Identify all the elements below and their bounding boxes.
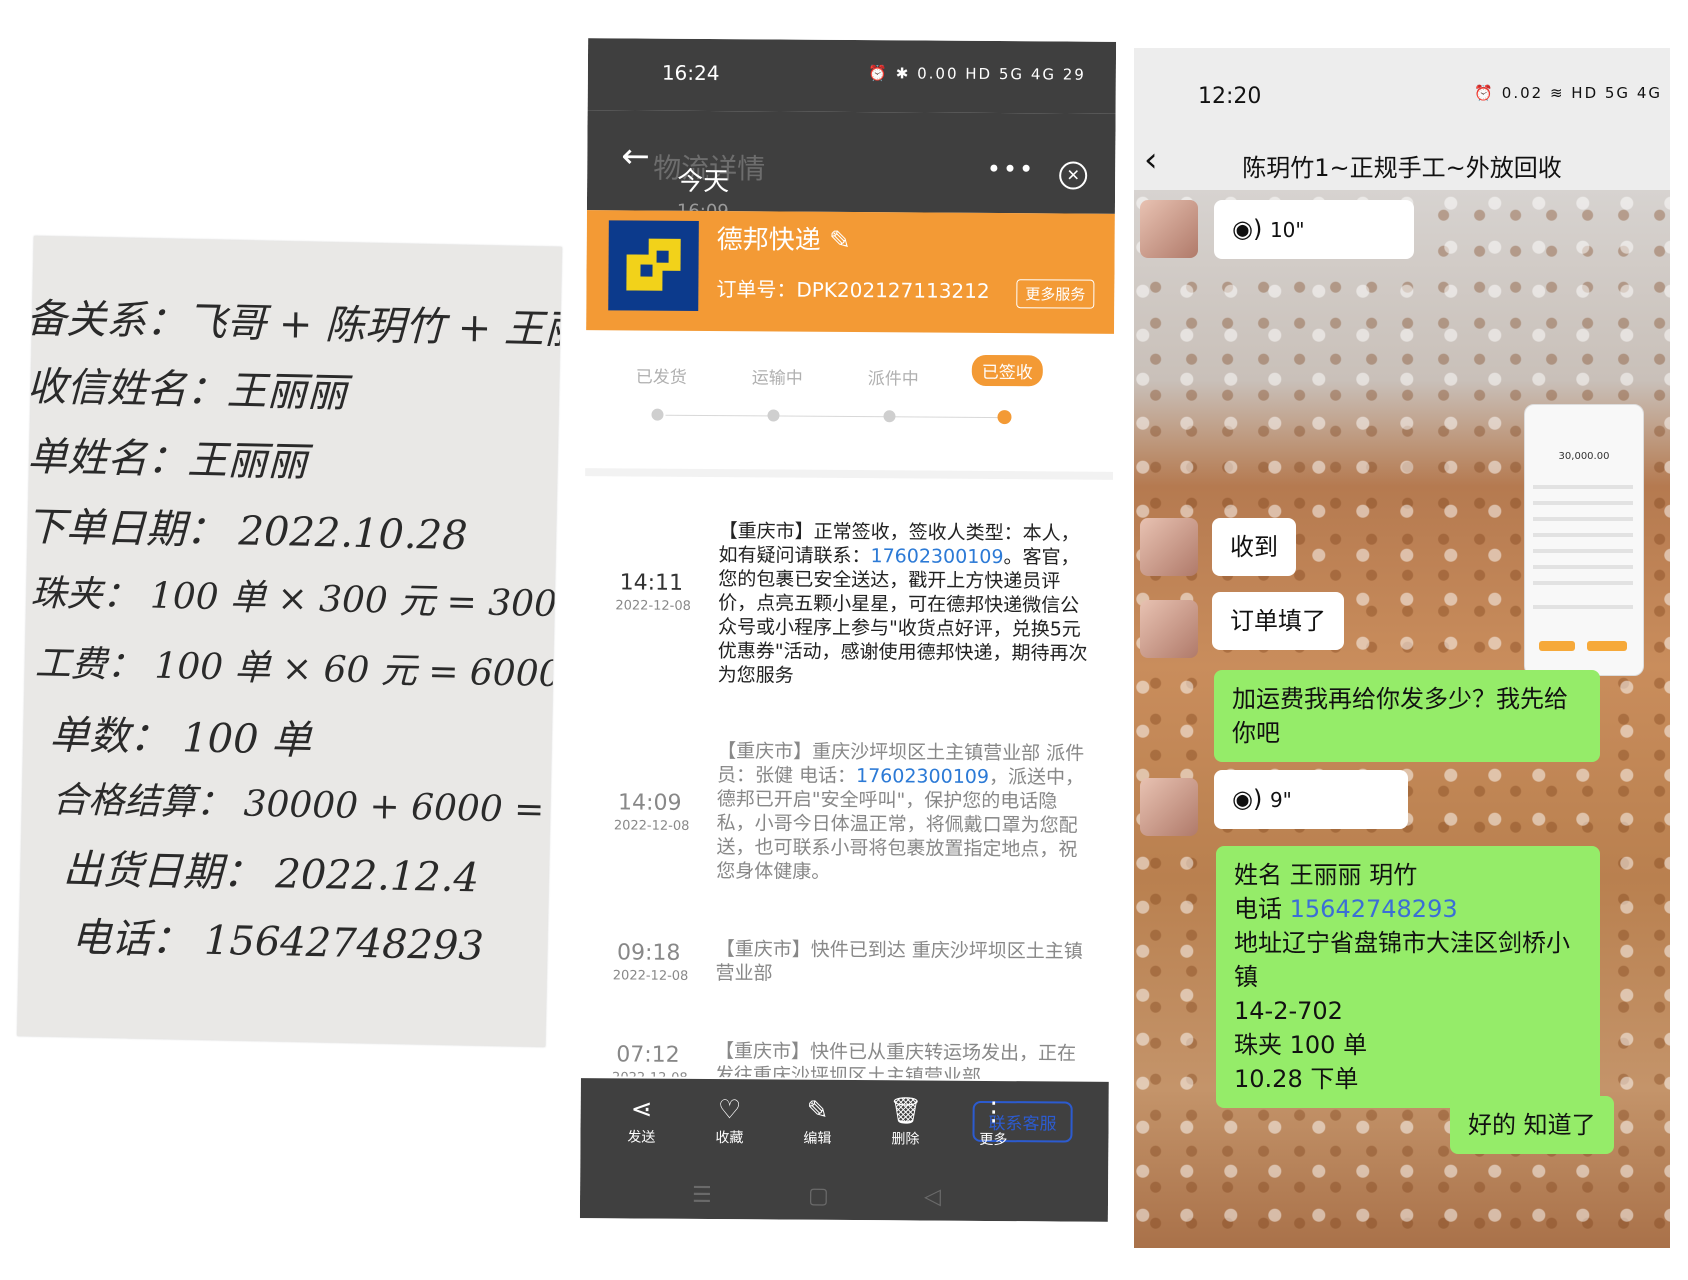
heart-icon: ♡ [717, 1095, 742, 1126]
handwritten-note: 备关系：飞哥 + 陈玥竹 + 王丽丽 收信姓名：王丽丽 单姓名：王丽丽 下单日期… [17, 236, 562, 1047]
payment-amount: 30,000.00 [1558, 451, 1610, 462]
chat-screenshot: 12:20 ⏰ 0.02 ≋ HD 5G 4G ‹ 陈玥竹1~正规手工~外放回收… [1134, 48, 1670, 1248]
chat-bubble: 订单填了 [1212, 592, 1344, 650]
voice-icon: ◉) [1232, 215, 1263, 243]
chat-background-photo: 30,000.00 ◉) 10" 收到 订单填了 加运费我再给你发多少？我先给你… [1134, 190, 1670, 1248]
share-icon: ⋖ [630, 1094, 653, 1125]
more-icon: ⋮ [980, 1096, 1007, 1128]
note-line: 出货日期： 2022.12.4 [62, 846, 480, 902]
note-line: 工费： 100 单 × 60 元 = 6000 元 [34, 643, 562, 697]
progress-line [665, 414, 1004, 419]
deppon-logo [608, 220, 699, 311]
more-button[interactable]: ⋮ 更多 [958, 1097, 1028, 1149]
status-time: 12:20 [1198, 84, 1262, 109]
avatar[interactable] [1140, 518, 1198, 576]
event-text: 【重庆市】快件已到达 重庆沙坪坝区土主镇营业部 [715, 938, 1083, 985]
event-date: 2022-12-08 [612, 968, 689, 984]
voice-icon: ◉) [1232, 785, 1263, 813]
progress-steps: 已发货 运输中 派件中 已签收 [585, 330, 1114, 464]
favorite-label: 收藏 [715, 1130, 744, 1147]
menu-nav-icon[interactable]: ☰ [692, 1183, 712, 1208]
back-nav-icon[interactable]: ◁ [924, 1185, 941, 1210]
bottom-toolbar: ⋖ 发送 ♡ 收藏 ✎ 编辑 🗑 删除 联系客服 ⋮ 更多 ☰ ▢ ◁ [579, 1078, 1109, 1222]
voice-message[interactable]: ◉) 9" [1214, 770, 1408, 829]
edit-button[interactable]: ✎ 编辑 [782, 1096, 852, 1148]
tracking-event: 07:12 2022-12-08 【重庆市】快件已从重庆转运场发出，正在发往重庆… [581, 1038, 1109, 1080]
status-icons: ⏰ 0.02 ≋ HD 5G 4G [1474, 84, 1662, 102]
tracking-event: 09:18 2022-12-08 【重庆市】快件已到达 重庆沙坪坝区土主镇营业部 [582, 936, 1110, 984]
courier-card: 德邦快递 ✎ 订单号：DPK202127113212 更多服务 [586, 210, 1115, 334]
logistics-screenshot: 16:24 ⏰ ✱ 0.00 HD 5G 4G 29 ← 物流详情 今天 16:… [579, 38, 1117, 1222]
note-line: 合格结算： 30000 + 6000 = 36000 [51, 779, 562, 834]
event-text: 【重庆市】快件已从重庆转运场发出，正在发往重庆沙坪坝区土主镇营业部 [714, 1040, 1077, 1080]
chat-bubble: 收到 [1212, 518, 1296, 576]
tracking-event: 14:09 2022-12-08 【重庆市】重庆沙坪坝区土主镇营业部 派件员：张… [583, 738, 1111, 883]
note-line: 单数： 100 单 [49, 712, 312, 764]
close-icon[interactable]: ✕ [1059, 161, 1088, 190]
status-time: 16:24 [661, 60, 720, 86]
step-in-transit: 运输中 [751, 368, 803, 389]
share-label: 发送 [627, 1129, 656, 1146]
step-delivering: 派件中 [867, 369, 919, 390]
step-dot-active [997, 410, 1012, 425]
phone-link[interactable]: 17602300109 [856, 765, 989, 788]
step-dot [767, 409, 780, 422]
trash-icon: 🗑 [889, 1096, 923, 1127]
embedded-payment-screenshot: 30,000.00 [1524, 404, 1644, 676]
avatar[interactable] [1140, 600, 1198, 658]
voice-message[interactable]: ◉) 10" [1214, 200, 1414, 259]
order-number: 订单号：DPK202127113212 [716, 277, 990, 303]
divider [585, 468, 1114, 480]
note-line: 下单日期： 2022.10.28 [25, 503, 469, 560]
step-dot [651, 408, 664, 421]
back-arrow-icon[interactable]: ← [621, 136, 650, 176]
phone-link[interactable]: 17602300109 [870, 545, 1003, 568]
chat-bubble-self: 好的 知道了 [1450, 1096, 1614, 1154]
status-icons: ⏰ ✱ 0.00 HD 5G 4G 29 [868, 64, 1086, 84]
note-line: 备关系：飞哥 + 陈玥竹 + 王丽丽 [25, 295, 562, 355]
favorite-button[interactable]: ♡ 收藏 [694, 1095, 764, 1147]
event-text: 【重庆市】重庆沙坪坝区土主镇营业部 派件员：张健 电话：17602300109，… [716, 740, 1085, 883]
event-date: 2022-12-08 [615, 598, 691, 614]
nav-bar: ← 物流详情 今天 16:09 ••• ✕ [586, 110, 1116, 222]
tracking-event: 14:11 2022-12-08 【重庆市】正常签收，签收人类型：本人，如有疑问… [585, 518, 1113, 687]
delete-label: 删除 [891, 1131, 920, 1148]
edit-label: 编辑 [803, 1130, 832, 1147]
status-bar: 16:24 ⏰ ✱ 0.00 HD 5G 4G 29 [587, 38, 1117, 114]
event-text: 【重庆市】正常签收，签收人类型：本人，如有疑问请联系：17602300109。客… [717, 520, 1088, 687]
event-time: 14:11 [619, 570, 684, 596]
step-dot [883, 410, 896, 423]
step-signed: 已签收 [971, 354, 1043, 387]
delete-button[interactable]: 🗑 删除 [870, 1096, 940, 1148]
address-card-bubble: 姓名 王丽丽 玥竹 电话 15642748293 地址辽宁省盘锦市大洼区剑桥小镇… [1216, 846, 1600, 1108]
chat-bubble-self: 加运费我再给你发多少？我先给你吧 [1214, 670, 1600, 762]
more-service-button[interactable]: 更多服务 [1016, 279, 1095, 309]
more-dots-icon[interactable]: ••• [987, 155, 1036, 183]
pencil-icon: ✎ [806, 1095, 829, 1126]
share-button[interactable]: ⋖ 发送 [606, 1094, 676, 1146]
courier-name[interactable]: 德邦快递 ✎ [717, 219, 851, 257]
chat-title: 陈玥竹1~正规手工~外放回收 [1242, 154, 1562, 182]
event-time: 07:12 [616, 1042, 680, 1068]
note-line: 珠夹： 100 单 × 300 元 = 30000 元 [30, 573, 562, 627]
step-shipped: 已发货 [635, 367, 687, 388]
note-line: 收信姓名：王丽丽 [26, 363, 348, 417]
event-time: 09:18 [616, 940, 681, 966]
note-line: 电话： 15642748293 [70, 914, 485, 970]
home-nav-icon[interactable]: ▢ [808, 1184, 829, 1209]
avatar[interactable] [1140, 778, 1198, 836]
note-line: 单姓名：王丽丽 [26, 433, 308, 486]
preview-title: 今天 [677, 166, 730, 198]
avatar[interactable] [1140, 200, 1198, 258]
event-date: 2022-12-08 [613, 818, 690, 834]
phone-link[interactable]: 15642748293 [1290, 895, 1458, 923]
more-label: 更多 [979, 1131, 1008, 1149]
edit-icon: ✎ [828, 225, 851, 257]
event-time: 14:09 [617, 790, 682, 816]
